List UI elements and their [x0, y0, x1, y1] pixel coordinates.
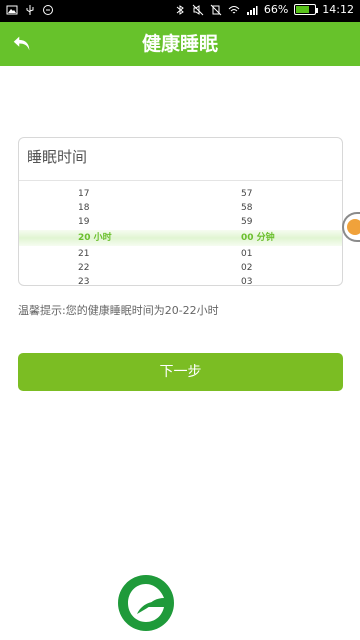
hour-option[interactable]: 23 [78, 275, 89, 285]
minute-option[interactable]: 03 [241, 275, 252, 285]
vibrate-off-icon [210, 4, 222, 15]
leaf-logo-icon [118, 575, 174, 631]
emoji-icon [43, 5, 53, 15]
time-picker[interactable]: 17 57 18 58 19 59 20 小时 00 分钟 21 01 22 0… [19, 138, 342, 285]
battery-percent: 66% [263, 3, 289, 16]
hour-option[interactable]: 18 [78, 201, 89, 215]
minute-option[interactable]: 01 [241, 247, 252, 261]
page-title: 健康睡眠 [141, 33, 218, 55]
picker-row[interactable]: 18 58 [19, 201, 342, 215]
hour-option[interactable]: 22 [78, 261, 89, 275]
status-time: 14:12 [322, 3, 354, 16]
wifi-icon [228, 5, 240, 13]
picker-row[interactable]: 19 59 [19, 215, 342, 229]
picker-row[interactable]: 21 01 [19, 247, 342, 261]
title-bar: 健康睡眠 [0, 22, 360, 66]
picker-row[interactable]: 23 03 [19, 275, 342, 285]
battery-icon [294, 4, 319, 15]
minute-option[interactable]: 02 [241, 261, 252, 275]
assistant-icon [347, 219, 360, 235]
image-icon [6, 5, 18, 15]
minute-option[interactable]: 57 [241, 187, 252, 201]
hour-option[interactable]: 19 [78, 215, 89, 229]
hour-option[interactable]: 17 [78, 187, 89, 201]
minute-option[interactable]: 59 [241, 215, 252, 229]
status-left-icons [6, 4, 54, 16]
hour-selected[interactable]: 20 小时 [78, 231, 112, 245]
minute-option[interactable]: 58 [241, 201, 252, 215]
sleep-time-card: 睡眠时间 17 57 18 58 19 59 20 小时 00 分钟 21 01… [18, 137, 343, 286]
bluetooth-icon [176, 4, 184, 15]
usb-icon [26, 5, 34, 15]
status-bar: 66% 14:12 [0, 0, 360, 22]
signal-icon [246, 5, 258, 15]
hour-option[interactable]: 21 [78, 247, 89, 261]
picker-row[interactable]: 17 57 [19, 187, 342, 201]
floating-assistant-handle[interactable] [342, 212, 360, 242]
minute-selected[interactable]: 00 分钟 [241, 231, 275, 245]
next-button[interactable]: 下一步 [18, 353, 343, 391]
picker-row-selected[interactable]: 20 小时 00 分钟 [19, 231, 342, 245]
status-right-icons: 66% 14:12 [174, 3, 354, 16]
mute-icon [192, 4, 204, 15]
tip-text: 温馨提示:您的健康睡眠时间为20-22小时 [18, 304, 219, 317]
picker-row[interactable]: 22 02 [19, 261, 342, 275]
